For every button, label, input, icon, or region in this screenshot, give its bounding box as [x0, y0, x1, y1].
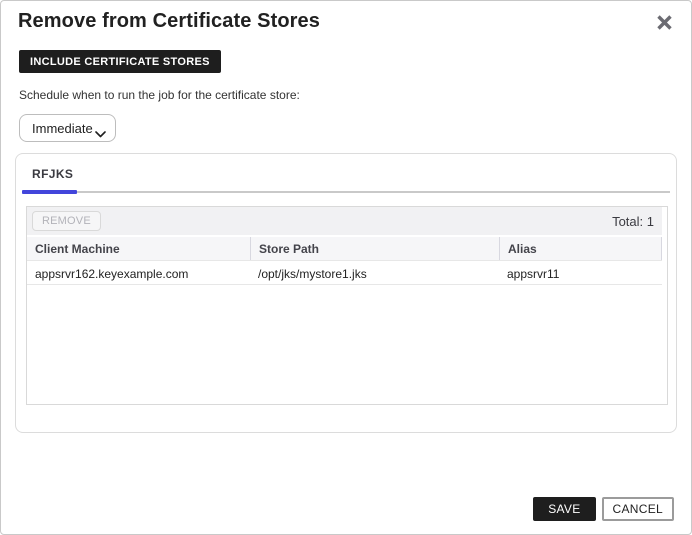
column-header-alias[interactable]: Alias [499, 237, 662, 260]
table-row[interactable]: appsrvr162.keyexample.com /opt/jks/mysto… [27, 260, 662, 285]
tab-strip-underline [22, 191, 670, 193]
schedule-select-value: Immediate [32, 121, 93, 136]
column-header-store-path[interactable]: Store Path [250, 237, 499, 260]
remove-button[interactable]: REMOVE [32, 211, 101, 231]
dialog-header: Remove from Certificate Stores [1, 1, 691, 33]
chevron-down-icon [95, 126, 106, 141]
save-button[interactable]: SAVE [533, 497, 595, 521]
grid-header-row: Client Machine Store Path Alias [27, 235, 662, 260]
schedule-select[interactable]: Immediate [19, 114, 116, 142]
cell-client-machine: appsrvr162.keyexample.com [27, 261, 250, 284]
certificate-store-grid: REMOVE Total: 1 Client Machine Store Pat… [26, 206, 668, 405]
include-certificate-stores-button[interactable]: INCLUDE CERTIFICATE STORES [19, 50, 221, 73]
cancel-button[interactable]: CANCEL [602, 497, 674, 521]
close-icon [656, 19, 673, 34]
tab-rfjks[interactable]: RFJKS [32, 167, 73, 181]
page-title: Remove from Certificate Stores [18, 10, 320, 33]
column-header-client-machine[interactable]: Client Machine [27, 237, 250, 260]
certificate-store-panel: RFJKS REMOVE Total: 1 Client Machine Sto… [15, 153, 677, 433]
total-count-label: Total: 1 [612, 214, 654, 229]
active-tab-indicator [22, 190, 77, 194]
dialog-footer: SAVE CANCEL [533, 497, 674, 521]
schedule-label: Schedule when to run the job for the cer… [19, 88, 691, 102]
cell-store-path: /opt/jks/mystore1.jks [250, 261, 499, 284]
remove-from-certificate-stores-dialog: Remove from Certificate Stores INCLUDE C… [0, 0, 692, 535]
cell-alias: appsrvr11 [499, 261, 662, 284]
grid-toolbar: REMOVE Total: 1 [27, 207, 662, 235]
close-button[interactable] [656, 10, 675, 31]
